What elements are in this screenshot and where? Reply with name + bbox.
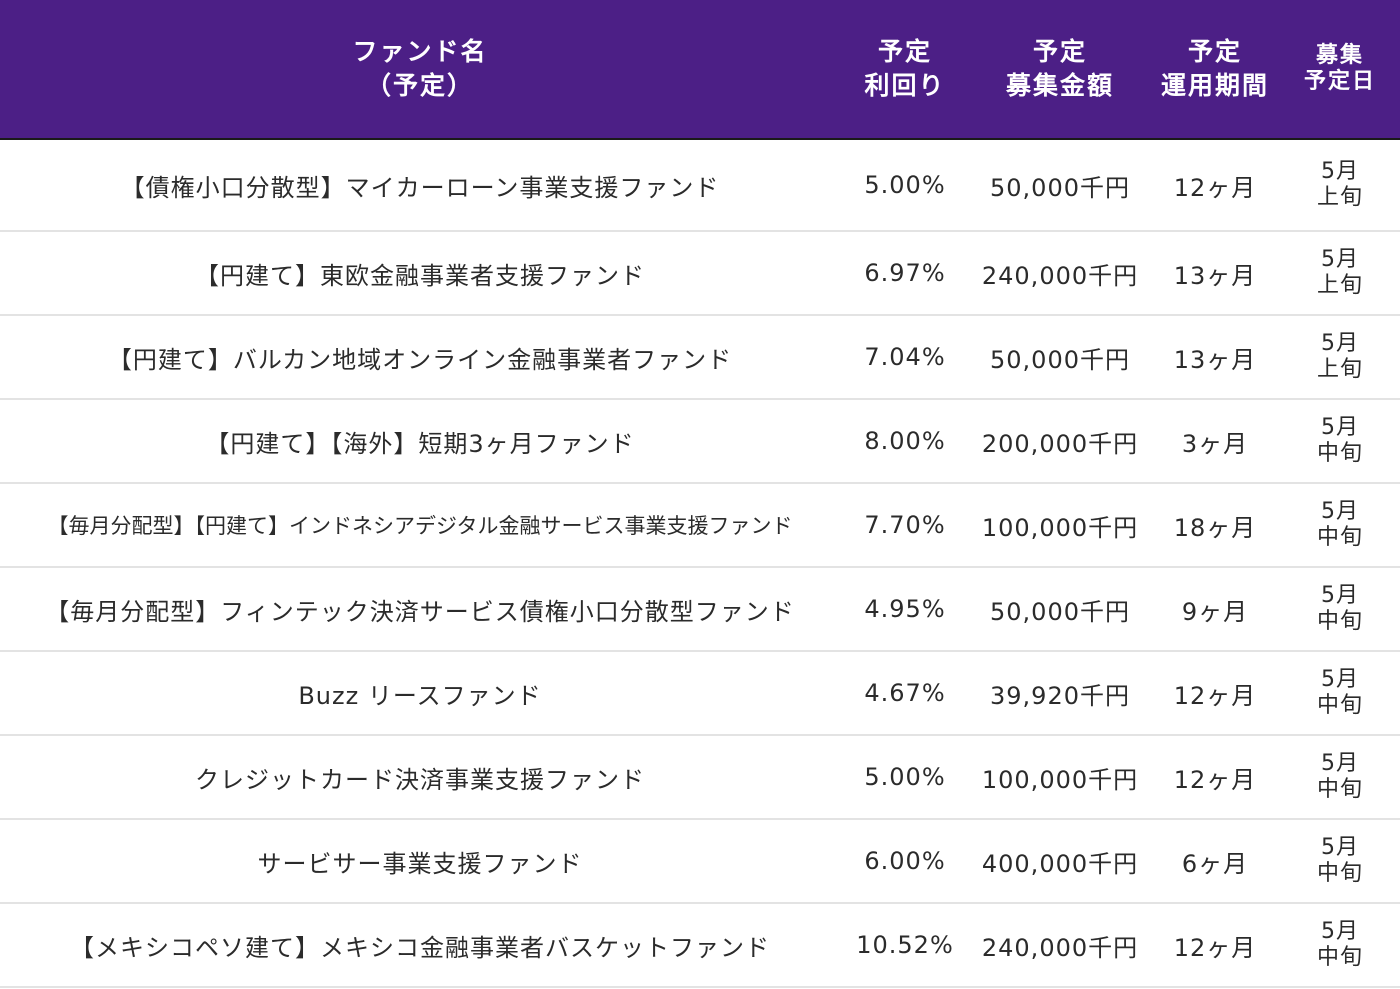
- table-body: 【債権小口分散型】マイカーローン事業支援ファンド 5.00% 50,000千円 …: [0, 140, 1400, 988]
- fund-date: 5月 中旬: [1316, 499, 1363, 550]
- fund-period: 9ヶ月: [1181, 597, 1249, 626]
- fund-yield: 4.67%: [864, 679, 946, 707]
- fund-amount: 50,000千円: [990, 597, 1130, 626]
- fund-date: 5月 中旬: [1316, 751, 1363, 802]
- fund-date: 5月 中旬: [1316, 415, 1363, 466]
- fund-amount: 240,000千円: [981, 933, 1139, 962]
- header-period: 予定 運用期間: [1160, 37, 1269, 100]
- fund-yield: 6.00%: [864, 847, 946, 875]
- fund-name: 【円建て】バルカン地域オンライン金融事業者ファンド: [107, 345, 733, 374]
- table-row: 【円建て】【海外】短期3ヶ月ファンド 8.00% 200,000千円 3ヶ月 5…: [0, 400, 1400, 484]
- fund-yield: 7.04%: [864, 343, 946, 371]
- fund-name: 【毎月分配型】フィンテック決済サービス債権小口分散型ファンド: [45, 597, 795, 626]
- fund-name: 【毎月分配型】【円建て】インドネシアデジタル金融サービス事業支援ファンド: [47, 514, 793, 538]
- fund-name: 【円建て】【海外】短期3ヶ月ファンド: [205, 429, 635, 458]
- fund-date: 5月 中旬: [1316, 667, 1363, 718]
- header-fund-name: ファンド名 （予定）: [352, 37, 488, 100]
- table-header: ファンド名 （予定） 予定 利回り 予定 募集金額 予定 運用期間 募集 予定日: [0, 0, 1400, 140]
- fund-schedule-table: ファンド名 （予定） 予定 利回り 予定 募集金額 予定 運用期間 募集 予定日…: [0, 0, 1400, 988]
- fund-date: 5月 上旬: [1316, 247, 1363, 298]
- fund-date: 5月 上旬: [1316, 159, 1363, 210]
- table-row: 【円建て】バルカン地域オンライン金融事業者ファンド 7.04% 50,000千円…: [0, 316, 1400, 400]
- fund-period: 6ヶ月: [1181, 849, 1249, 878]
- table-row: 【債権小口分散型】マイカーローン事業支援ファンド 5.00% 50,000千円 …: [0, 140, 1400, 232]
- table-row: クレジットカード決済事業支援ファンド 5.00% 100,000千円 12ヶ月 …: [0, 736, 1400, 820]
- fund-period: 12ヶ月: [1173, 933, 1257, 962]
- fund-yield: 7.70%: [864, 511, 946, 539]
- fund-period: 13ヶ月: [1173, 345, 1257, 374]
- fund-yield: 5.00%: [864, 171, 946, 199]
- fund-period: 3ヶ月: [1181, 429, 1249, 458]
- fund-period: 13ヶ月: [1173, 261, 1257, 290]
- table-row: 【メキシコペソ建て】メキシコ金融事業者バスケットファンド 10.52% 240,…: [0, 904, 1400, 988]
- fund-amount: 200,000千円: [981, 429, 1139, 458]
- fund-yield: 10.52%: [856, 931, 954, 959]
- fund-name: サービサー事業支援ファンド: [257, 849, 583, 878]
- fund-name: 【円建て】東欧金融事業者支援ファンド: [195, 261, 645, 290]
- fund-name: 【メキシコペソ建て】メキシコ金融事業者バスケットファンド: [70, 933, 770, 962]
- fund-period: 12ヶ月: [1173, 681, 1257, 710]
- fund-amount: 50,000千円: [990, 173, 1130, 202]
- fund-period: 12ヶ月: [1173, 173, 1257, 202]
- fund-date: 5月 中旬: [1316, 835, 1363, 886]
- fund-amount: 100,000千円: [981, 765, 1139, 794]
- fund-date: 5月 中旬: [1316, 919, 1363, 970]
- fund-yield: 8.00%: [864, 427, 946, 455]
- fund-name: Buzz リースファンド: [298, 681, 542, 710]
- fund-name: クレジットカード決済事業支援ファンド: [195, 765, 645, 794]
- fund-date: 5月 上旬: [1316, 331, 1363, 382]
- fund-period: 18ヶ月: [1173, 513, 1257, 542]
- header-yield: 予定 利回り: [864, 37, 946, 100]
- table-row: 【毎月分配型】【円建て】インドネシアデジタル金融サービス事業支援ファンド 7.7…: [0, 484, 1400, 568]
- header-amount: 予定 募集金額: [1005, 37, 1114, 100]
- fund-amount: 240,000千円: [981, 261, 1139, 290]
- table-row: サービサー事業支援ファンド 6.00% 400,000千円 6ヶ月 5月 中旬: [0, 820, 1400, 904]
- table-row: Buzz リースファンド 4.67% 39,920千円 12ヶ月 5月 中旬: [0, 652, 1400, 736]
- fund-yield: 4.95%: [864, 595, 946, 623]
- fund-period: 12ヶ月: [1173, 765, 1257, 794]
- fund-name: 【債権小口分散型】マイカーローン事業支援ファンド: [120, 173, 720, 202]
- table-row: 【円建て】東欧金融事業者支援ファンド 6.97% 240,000千円 13ヶ月 …: [0, 232, 1400, 316]
- fund-yield: 5.00%: [864, 763, 946, 791]
- fund-amount: 100,000千円: [981, 513, 1139, 542]
- fund-amount: 39,920千円: [990, 681, 1130, 710]
- fund-amount: 400,000千円: [981, 849, 1139, 878]
- header-date: 募集 予定日: [1303, 43, 1376, 94]
- table-row: 【毎月分配型】フィンテック決済サービス債権小口分散型ファンド 4.95% 50,…: [0, 568, 1400, 652]
- fund-date: 5月 中旬: [1316, 583, 1363, 634]
- fund-yield: 6.97%: [864, 259, 946, 287]
- fund-amount: 50,000千円: [990, 345, 1130, 374]
